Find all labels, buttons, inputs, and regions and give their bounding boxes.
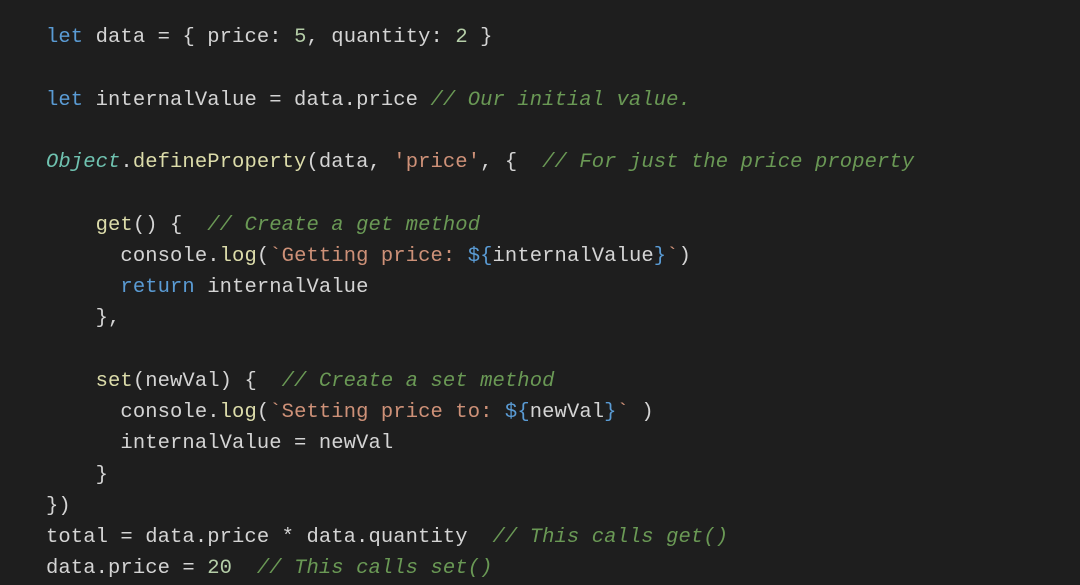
code-line: return internalValue: [46, 276, 368, 299]
keyword-let: let: [46, 89, 83, 112]
code-line: set(newVal) { // Create a set method: [46, 370, 555, 393]
method-name: get: [96, 214, 133, 237]
string-literal: 'price': [393, 151, 480, 174]
code-line: let internalValue = data.price // Our in…: [46, 89, 691, 112]
method-name: defineProperty: [133, 151, 307, 174]
number-literal: 20: [207, 557, 232, 580]
code-line: console.log(`Setting price to: ${newVal}…: [46, 401, 654, 424]
code-line: internalValue = newVal: [46, 432, 393, 455]
keyword-let: let: [46, 26, 83, 49]
code-line: }): [46, 495, 71, 518]
code-line: Object.defineProperty(data, 'price', { /…: [46, 151, 914, 174]
keyword-return: return: [120, 276, 194, 299]
template-literal: `Getting price:: [269, 245, 467, 268]
code-line: console.log(`Getting price: ${internalVa…: [46, 245, 691, 268]
identifier: data: [96, 26, 146, 49]
code-line: total = data.price * data.quantity // Th…: [46, 526, 728, 549]
comment: // For just the price property: [542, 151, 914, 174]
comment: // This calls set(): [257, 557, 493, 580]
builtin-object: Object: [46, 151, 120, 174]
comment: // Our initial value.: [430, 89, 690, 112]
code-line: }: [46, 464, 108, 487]
comment: // Create a get method: [207, 214, 480, 237]
code-line: get() { // Create a get method: [46, 214, 480, 237]
template-literal: `Setting price to:: [269, 401, 505, 424]
code-block: let data = { price: 5, quantity: 2 } let…: [0, 0, 1080, 585]
method-name: log: [220, 401, 257, 424]
code-line: },: [46, 307, 120, 330]
comment: // This calls get(): [492, 526, 728, 549]
number-literal: 5: [294, 26, 306, 49]
code-line: data.price = 20 // This calls set(): [46, 557, 493, 580]
comment: // Create a set method: [282, 370, 555, 393]
code-line: let data = { price: 5, quantity: 2 }: [46, 26, 493, 49]
number-literal: 2: [455, 26, 467, 49]
method-name: log: [220, 245, 257, 268]
method-name: set: [96, 370, 133, 393]
